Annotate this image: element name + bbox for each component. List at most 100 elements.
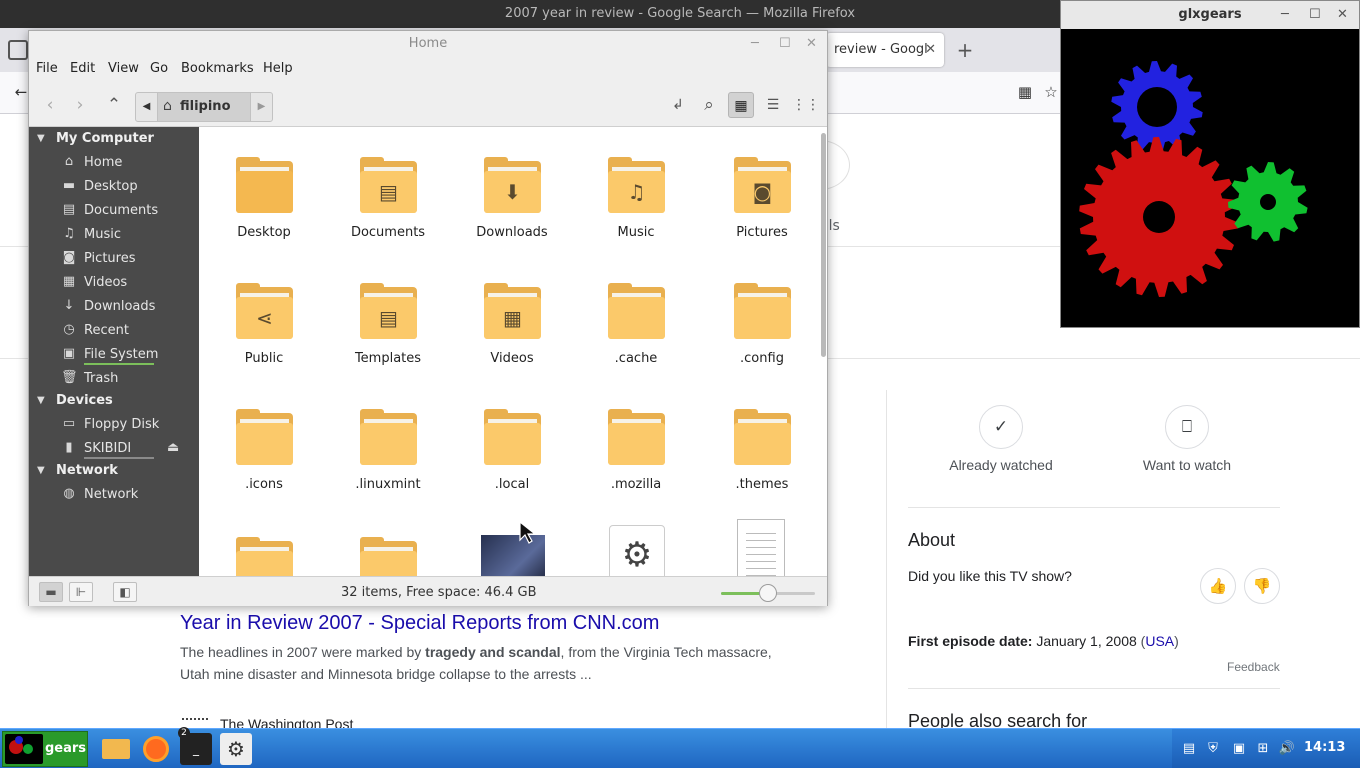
zoom-slider-handle[interactable] bbox=[759, 584, 777, 602]
network-icon[interactable]: ⊞ bbox=[1254, 740, 1272, 758]
clock[interactable]: 14:13 bbox=[1304, 740, 1345, 755]
sidebar-item-documents[interactable]: ▤ Documents bbox=[29, 200, 199, 222]
toggle-location-icon[interactable]: ↲ bbox=[665, 92, 691, 118]
file-item[interactable]: Desktop bbox=[209, 143, 319, 251]
file-item[interactable]: ▤ Templates bbox=[333, 269, 443, 377]
firefox-tab-active[interactable]: review - Googl ✕ bbox=[826, 33, 944, 67]
glxgears-window[interactable]: glxgears ─ ☐ ✕ bbox=[1060, 0, 1360, 328]
thumbs-up-icon[interactable]: 👍 bbox=[1200, 568, 1236, 604]
back-icon[interactable]: ‹ bbox=[37, 92, 63, 118]
path-left-arrow-icon[interactable]: ◀ bbox=[136, 93, 158, 121]
file-item[interactable] bbox=[707, 519, 817, 576]
sidebar-item-home[interactable]: ⌂ Home bbox=[29, 152, 199, 174]
file-item[interactable]: .icons bbox=[209, 395, 319, 503]
window-title[interactable]: Home bbox=[29, 31, 827, 57]
terminal-icon[interactable]: _ 2 bbox=[178, 727, 212, 765]
check-icon[interactable]: ✓ bbox=[979, 405, 1023, 449]
up-icon[interactable]: ⌃ bbox=[101, 92, 127, 118]
show-tree-icon[interactable]: ⊩ bbox=[69, 582, 93, 602]
sidebar-item-desktop[interactable]: ▬ Desktop bbox=[29, 176, 199, 198]
section-network[interactable]: ▼ Network bbox=[29, 461, 199, 483]
settings-gear-icon[interactable]: ⚙ bbox=[220, 733, 252, 765]
maximize-icon[interactable]: ☐ bbox=[779, 36, 791, 52]
files-folder-icon[interactable] bbox=[100, 733, 132, 765]
file-item[interactable]: ▦ Videos bbox=[457, 269, 567, 377]
firefox-icon[interactable] bbox=[140, 733, 172, 765]
sidebar-item-floppy[interactable]: ▭ Floppy Disk bbox=[29, 414, 199, 436]
extensions-icon[interactable]: ▦ bbox=[1016, 83, 1034, 101]
menu-bookmarks[interactable]: Bookmarks bbox=[181, 61, 254, 76]
file-item[interactable]: ⋖ Public bbox=[209, 269, 319, 377]
list-view-icon[interactable]: ☰ bbox=[760, 92, 786, 118]
want-to-watch-label[interactable]: Want to watch bbox=[1107, 457, 1267, 473]
sidebar-item-pictures[interactable]: ◙ Pictures bbox=[29, 248, 199, 270]
bookmark-star-icon[interactable]: ☆ bbox=[1042, 83, 1060, 101]
new-tab-button[interactable]: + bbox=[954, 38, 976, 62]
file-item[interactable]: .cache bbox=[581, 269, 691, 377]
minimize-icon[interactable]: ─ bbox=[751, 36, 759, 52]
file-item[interactable]: ⬇ Downloads bbox=[457, 143, 567, 251]
section-my-computer[interactable]: ▼ My Computer bbox=[29, 129, 199, 151]
file-item[interactable]: .config bbox=[707, 269, 817, 377]
menu-view[interactable]: View bbox=[108, 61, 139, 76]
result-title-link[interactable]: Year in Review 2007 - Special Reports fr… bbox=[180, 612, 659, 635]
file-item[interactable]: ▤ Documents bbox=[333, 143, 443, 251]
bookmark-icon[interactable]: ⎕ bbox=[1165, 405, 1209, 449]
expand-triangle-icon[interactable]: ▼ bbox=[37, 395, 45, 406]
vertical-scrollbar[interactable] bbox=[821, 133, 826, 357]
menu-edit[interactable]: Edit bbox=[70, 61, 95, 76]
expand-triangle-icon[interactable]: ▼ bbox=[37, 133, 45, 144]
file-item[interactable]: .mozilla bbox=[581, 395, 691, 503]
firefox-tab-icon[interactable] bbox=[8, 40, 28, 60]
feedback-link[interactable]: Feedback bbox=[1227, 660, 1280, 674]
eject-icon[interactable]: ⏏ bbox=[167, 440, 179, 455]
thumbs-down-icon[interactable]: 👎 bbox=[1244, 568, 1280, 604]
path-segment-home[interactable]: ⌂ filipino bbox=[158, 93, 250, 121]
compact-view-icon[interactable]: ⋮⋮ bbox=[792, 92, 820, 118]
section-devices[interactable]: ▼ Devices bbox=[29, 391, 199, 413]
close-icon[interactable]: ✕ bbox=[1337, 7, 1348, 23]
file-item[interactable]: ⚙ bbox=[581, 523, 691, 576]
file-manager-window[interactable]: Home ─ ☐ ✕ File Edit View Go Bookmarks H… bbox=[28, 30, 828, 606]
close-icon[interactable]: ✕ bbox=[925, 33, 936, 67]
file-item[interactable]: .themes bbox=[707, 395, 817, 503]
sidebar-item-music[interactable]: ♫ Music bbox=[29, 224, 199, 246]
menu-file[interactable]: File bbox=[36, 61, 58, 76]
clipboard-icon[interactable]: ▤ bbox=[1180, 740, 1198, 758]
menu-go[interactable]: Go bbox=[150, 61, 168, 76]
path-right-arrow-icon[interactable]: ▶ bbox=[250, 93, 272, 121]
file-item[interactable] bbox=[209, 523, 319, 576]
maximize-icon[interactable]: ☐ bbox=[1309, 7, 1321, 23]
file-item[interactable]: ◙ Pictures bbox=[707, 143, 817, 251]
search-icon[interactable]: ⌕ bbox=[696, 92, 722, 118]
show-places-icon[interactable]: ▬ bbox=[39, 582, 63, 602]
file-item[interactable] bbox=[333, 523, 443, 576]
expand-triangle-icon[interactable]: ▼ bbox=[37, 465, 45, 476]
file-item[interactable]: ♫ Music bbox=[581, 143, 691, 251]
shield-icon[interactable]: ⛨ bbox=[1204, 740, 1222, 758]
country-link[interactable]: USA bbox=[1145, 633, 1174, 649]
file-item[interactable] bbox=[457, 523, 567, 576]
folder-icon bbox=[608, 409, 665, 465]
sidebar-item-downloads[interactable]: ↓ Downloads bbox=[29, 296, 199, 318]
forward-icon[interactable]: › bbox=[67, 92, 93, 118]
update-manager-icon[interactable]: ▣ bbox=[1230, 740, 1248, 758]
minimize-icon[interactable]: ─ bbox=[1281, 7, 1289, 23]
menu-help[interactable]: Help bbox=[263, 61, 293, 76]
sidebar-item-network[interactable]: ◍ Network bbox=[29, 484, 199, 506]
sidebar-item-videos[interactable]: ▦ Videos bbox=[29, 272, 199, 294]
taskbar-gears-button[interactable]: gears bbox=[2, 731, 88, 767]
already-watched-label[interactable]: Already watched bbox=[921, 457, 1081, 473]
volume-icon[interactable]: 🔊 bbox=[1278, 740, 1296, 758]
path-bar[interactable]: ◀ ⌂ filipino ▶ bbox=[135, 92, 273, 122]
hide-sidebar-icon[interactable]: ◧ bbox=[113, 582, 137, 602]
sidebar-item-recent[interactable]: ◷ Recent bbox=[29, 320, 199, 342]
icon-view-icon[interactable]: ▦ bbox=[728, 92, 754, 118]
sidebar-item-trash[interactable]: 🗑 Trash bbox=[29, 368, 199, 390]
file-item[interactable]: .local bbox=[457, 395, 567, 503]
sidebar-item-label: Desktop bbox=[84, 179, 138, 194]
close-icon[interactable]: ✕ bbox=[806, 36, 817, 52]
sidebar-item-usb[interactable]: ▮ SKIBIDI ⏏ bbox=[29, 438, 199, 460]
sidebar-item-file-system[interactable]: ▣ File System bbox=[29, 344, 199, 366]
file-item[interactable]: .linuxmint bbox=[333, 395, 443, 503]
